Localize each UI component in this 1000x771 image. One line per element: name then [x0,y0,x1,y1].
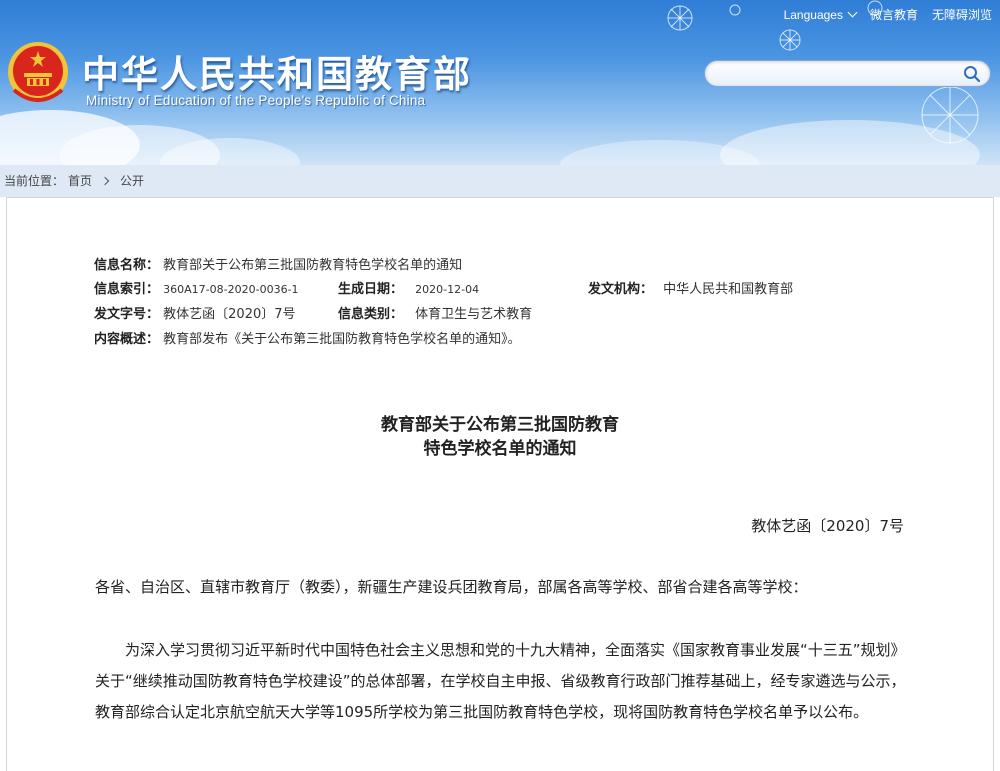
search-box [704,60,991,87]
meta-org-label: 发文机构： [588,282,654,297]
meta-summary-label: 内容概述： [94,332,160,347]
meta-summary-value: 教育部发布《关于公布第三批国防教育特色学校名单的通知》。 [163,332,521,347]
national-emblem-icon [8,42,68,102]
breadcrumb-prefix: 当前位置： [4,174,65,188]
meta-name-row: 信息名称： 教育部关于公布第三批国防教育特色学校名单的通知 [94,254,463,273]
meta-date-label: 生成日期： [338,282,404,297]
document-number: 教体艺函〔2020〕7号 [751,517,904,535]
languages-menu[interactable]: Languages [783,7,858,22]
meta-category-row: 信息类别： 体育卫生与艺术教育 [338,303,533,322]
meta-category-value: 体育卫生与艺术教育 [415,307,533,322]
body-paragraph: 为深入学习贯彻习近平新时代中国特色社会主义思想和党的十九大精神，全面落实《国家教… [95,641,906,721]
meta-index-label: 信息索引： [94,282,160,297]
search-input[interactable] [717,64,957,84]
accessibility-link[interactable]: 无障碍浏览 [932,6,992,23]
chevron-right-icon [100,176,110,185]
weiyan-link[interactable]: 微言教育 [870,6,918,23]
site-title: 中华人民共和国教育部 [82,53,472,96]
meta-org-value: 中华人民共和国教育部 [663,282,794,297]
document-title: 教育部关于公布第三批国防教育 特色学校名单的通知 [0,413,1000,461]
meta-date-row: 生成日期： 2020-12-04 [338,278,480,297]
document-title-line2: 特色学校名单的通知 [423,439,577,459]
chevron-down-icon [847,7,858,18]
meta-category-label: 信息类别： [338,307,404,322]
breadcrumb-current[interactable]: 公开 [120,172,144,189]
meta-docno-label: 发文字号： [94,307,160,322]
site-subtitle: Ministry of Education of the People's Re… [86,93,426,108]
meta-name-label: 信息名称： [94,258,160,273]
top-links: Languages 微言教育 无障碍浏览 [784,6,992,23]
meta-docno-value: 教体艺函〔2020〕7号 [163,307,296,322]
meta-summary-row: 内容概述： 教育部发布《关于公布第三批国防教育特色学校名单的通知》。 [94,328,521,347]
languages-label: Languages [783,7,843,22]
breadcrumb-bar: 当前位置： 首页 公开 [0,165,1000,197]
document-title-line1: 教育部关于公布第三批国防教育 [381,415,619,435]
salutation: 各省、自治区、直辖市教育厅（教委），新疆生产建设兵团教育局，部属各高等学校、部省… [95,578,808,596]
meta-index-row: 信息索引： 360A17-08-2020-0036-1 [94,278,299,297]
search-icon[interactable] [963,65,981,83]
meta-org-row: 发文机构： 中华人民共和国教育部 [588,278,794,297]
site-header: 中华人民共和国教育部 Ministry of Education of the … [0,0,1000,165]
breadcrumb-home-link[interactable]: 首页 [68,172,92,189]
meta-docno-row: 发文字号： 教体艺函〔2020〕7号 [94,303,296,322]
breadcrumb: 当前位置： 首页 公开 [4,172,144,189]
meta-index-value: 360A17-08-2020-0036-1 [163,283,299,296]
meta-name-value: 教育部关于公布第三批国防教育特色学校名单的通知 [163,258,463,273]
meta-date-value: 2020-12-04 [415,283,480,296]
